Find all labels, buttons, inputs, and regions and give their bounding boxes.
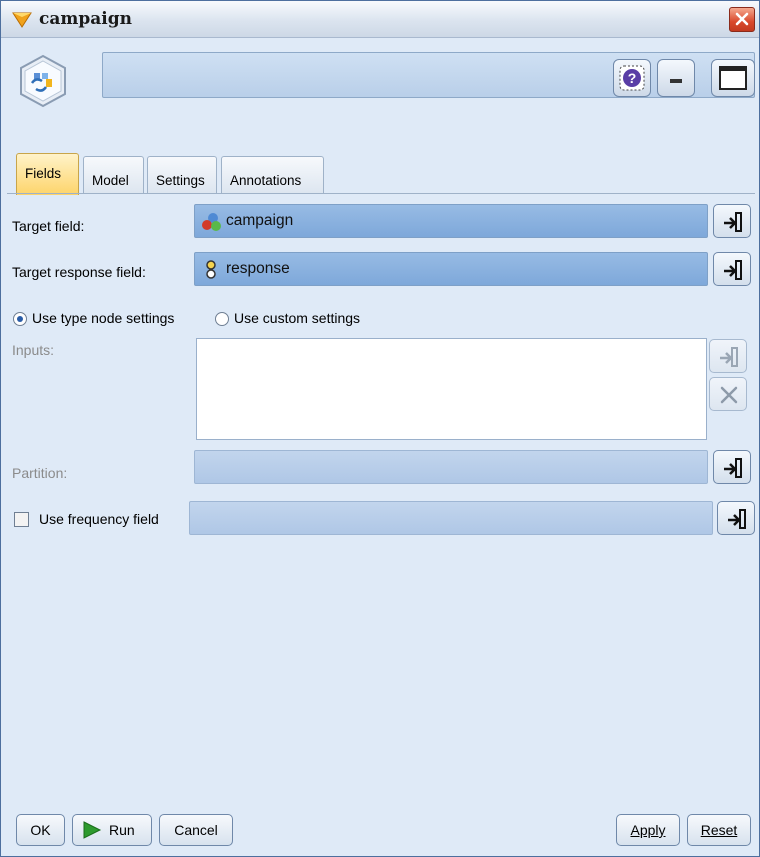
reset-button[interactable]: Reset	[687, 814, 751, 846]
close-button[interactable]	[729, 7, 755, 32]
inputs-label: Inputs:	[12, 342, 55, 358]
flag-field-icon	[206, 260, 216, 279]
help-button[interactable]: ?	[613, 59, 651, 97]
radio-custom-settings[interactable]	[215, 312, 229, 326]
field-picker-icon	[724, 458, 742, 478]
cancel-label: Cancel	[174, 822, 218, 838]
partition-picker-button[interactable]	[713, 450, 751, 484]
tab-fields[interactable]: Fields	[16, 153, 79, 195]
run-button[interactable]: Run	[72, 814, 152, 846]
cancel-button[interactable]: Cancel	[159, 814, 233, 846]
radio-custom-label[interactable]: Use custom settings	[234, 310, 360, 326]
reset-label: Reset	[700, 822, 738, 838]
target-response-picker-button[interactable]	[713, 252, 751, 286]
dialog-window: campaign ? Fields Model Settings Annotat…	[0, 0, 760, 857]
ok-label: OK	[30, 822, 51, 838]
radio-type-node-label[interactable]: Use type node settings	[32, 310, 174, 326]
window-title: campaign	[39, 9, 132, 29]
modeling-node-icon	[20, 54, 66, 108]
minimize-icon	[670, 79, 682, 83]
target-field-picker-button[interactable]	[713, 204, 751, 238]
maximize-icon	[719, 66, 747, 90]
tab-annotations[interactable]: Annotations	[221, 156, 324, 193]
partition-combo[interactable]	[194, 450, 708, 484]
run-icon	[83, 821, 102, 839]
use-frequency-label[interactable]: Use frequency field	[39, 511, 159, 527]
svg-text:?: ?	[628, 70, 637, 86]
use-frequency-checkbox[interactable]	[14, 512, 29, 527]
tab-label: Fields	[25, 166, 62, 181]
inputs-picker-button[interactable]	[709, 339, 747, 373]
apply-label: Apply	[630, 822, 666, 838]
field-picker-icon	[724, 212, 742, 232]
target-field-combo[interactable]: campaign	[194, 204, 708, 238]
remove-icon	[720, 386, 738, 404]
tab-settings[interactable]: Settings	[147, 156, 217, 193]
inputs-remove-button[interactable]	[709, 377, 747, 411]
target-response-value: response	[226, 260, 290, 277]
field-picker-icon	[724, 260, 742, 280]
radio-type-node-settings[interactable]	[13, 312, 27, 326]
inputs-list[interactable]	[196, 338, 707, 440]
close-icon	[735, 12, 749, 26]
tab-divider	[7, 193, 755, 194]
ok-button[interactable]: OK	[16, 814, 65, 846]
target-field-value: campaign	[226, 212, 294, 229]
field-picker-icon	[720, 347, 738, 367]
minimize-button[interactable]	[657, 59, 695, 97]
frequency-picker-button[interactable]	[717, 501, 755, 535]
target-response-combo[interactable]: response	[194, 252, 708, 286]
field-picker-icon	[728, 509, 746, 529]
tab-model[interactable]: Model	[83, 156, 144, 193]
tab-label: Settings	[156, 173, 205, 188]
tab-label: Annotations	[230, 173, 302, 188]
target-response-label: Target response field:	[12, 264, 146, 280]
title-bar[interactable]: campaign	[1, 1, 759, 38]
help-icon: ?	[619, 65, 645, 91]
maximize-button[interactable]	[711, 59, 755, 97]
frequency-field-combo[interactable]	[189, 501, 713, 535]
target-field-label: Target field:	[12, 218, 85, 234]
partition-label: Partition:	[12, 465, 68, 481]
run-label: Run	[109, 822, 135, 838]
set-field-icon	[202, 213, 221, 231]
tab-label: Model	[92, 173, 129, 188]
apply-button[interactable]: Apply	[616, 814, 680, 846]
diamond-node-icon	[12, 12, 32, 28]
